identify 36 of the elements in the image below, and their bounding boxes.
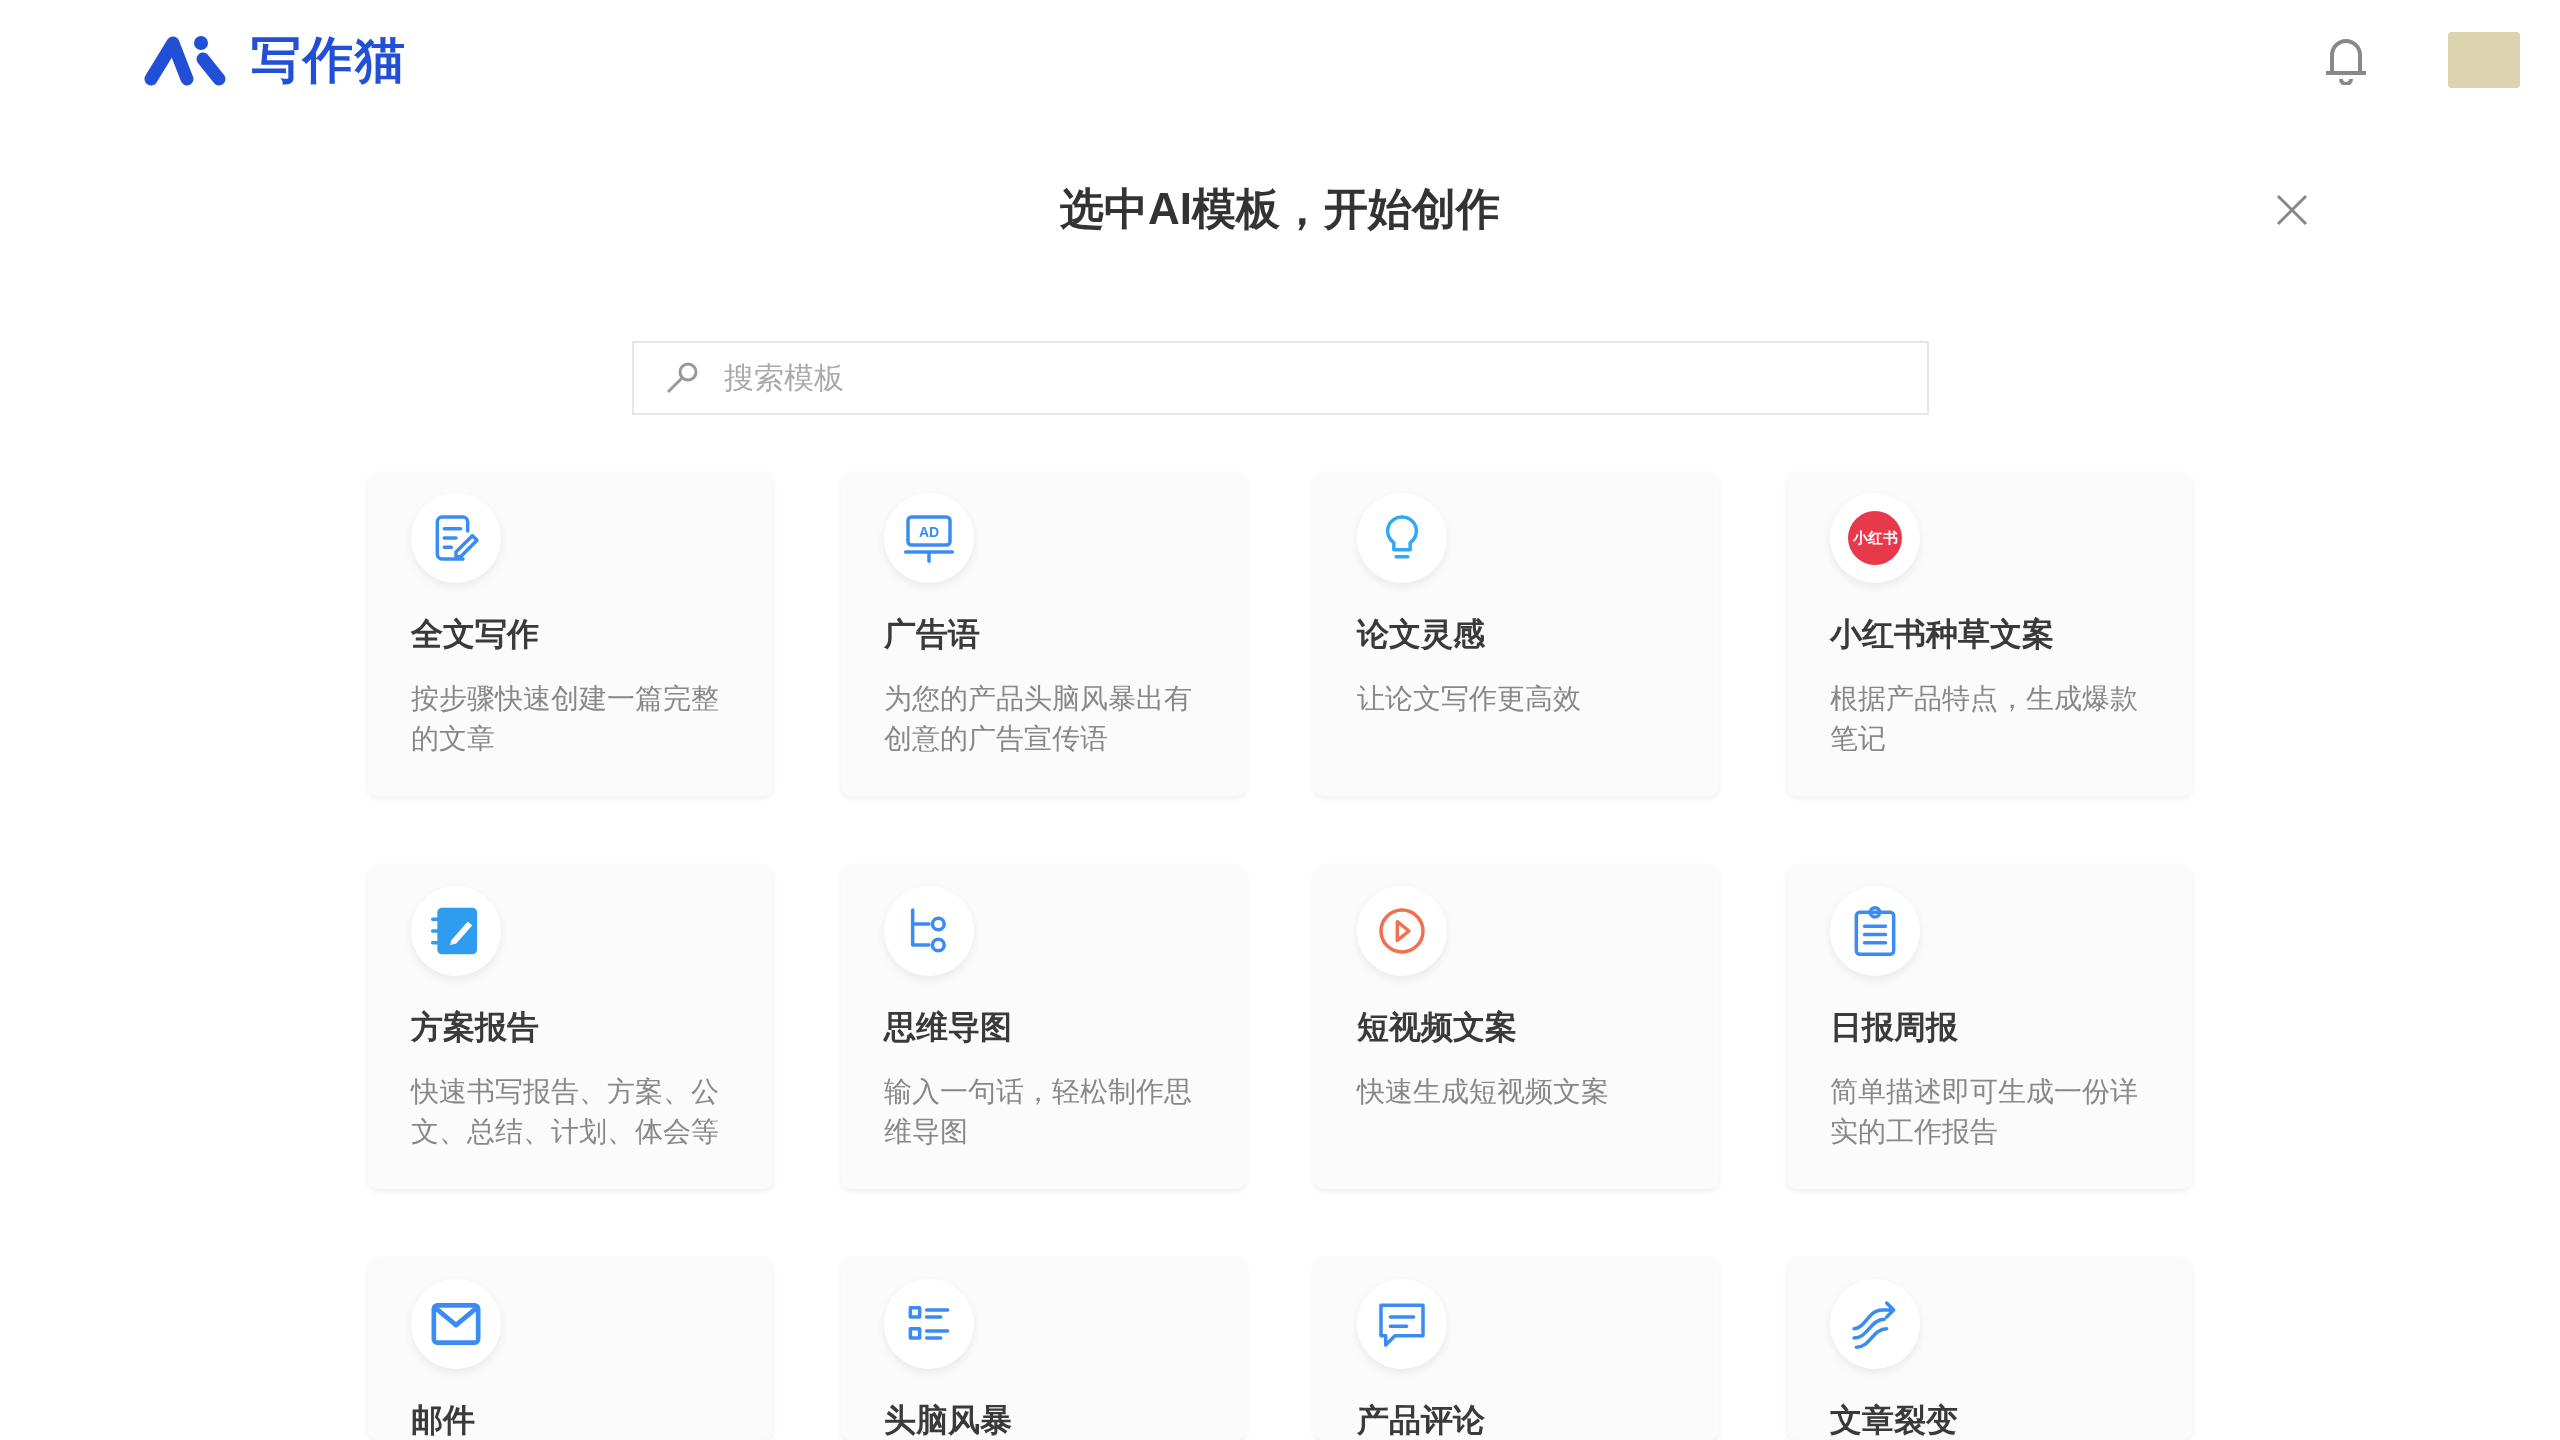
template-card[interactable]: 小红书 小红书种草文案 根据产品特点，生成爆款笔记 (1787, 471, 2192, 796)
card-description: 按步骤快速创建一篇完整的文章 (411, 682, 720, 756)
card-title: 日报周报 (1830, 1008, 1959, 1047)
template-card[interactable]: 邮件 (368, 1257, 773, 1440)
card-title: 头脑风暴 (884, 1401, 1013, 1440)
card-description: 为您的产品头脑风暴出有创意的广告宣传语 (884, 682, 1193, 756)
card-title: 论文灵感 (1357, 615, 1486, 654)
card-title: 方案报告 (411, 1008, 540, 1047)
template-card[interactable]: 论文灵感 让论文写作更高效 (1314, 471, 1719, 796)
card-title: 广告语 (884, 615, 981, 654)
template-card[interactable]: 全文写作 按步骤快速创建一篇完整的文章 (368, 471, 773, 796)
template-card[interactable]: 产品评论 (1314, 1257, 1719, 1440)
card-title: 全文写作 (411, 615, 540, 654)
card-title: 文章裂变 (1830, 1401, 1959, 1440)
card-description: 快速书写报告、方案、公文、总结、计划、体会等 (411, 1075, 720, 1149)
card-title: 产品评论 (1357, 1401, 1486, 1440)
logo-text: 写作猫 (251, 30, 407, 90)
card-title: 思维导图 (884, 1008, 1013, 1047)
card-description: 简单描述即可生成一份详实的工作报告 (1830, 1075, 2139, 1149)
template-card[interactable]: 方案报告 快速书写报告、方案、公文、总结、计划、体会等 (368, 864, 773, 1189)
card-title: 小红书种草文案 (1830, 615, 2055, 654)
card-description: 根据产品特点，生成爆款笔记 (1830, 682, 2139, 756)
template-card[interactable]: 头脑风暴 (841, 1257, 1246, 1440)
app-badge-icon: 小红书 (1848, 511, 1902, 565)
template-card[interactable]: 思维导图 输入一句话，轻松制作思维导图 (841, 864, 1246, 1189)
search-field[interactable]: 搜索模板 (631, 341, 1929, 415)
card-title: 邮件 (411, 1401, 476, 1440)
card-title: 短视频文案 (1357, 1008, 1518, 1047)
template-card[interactable]: 日报周报 简单描述即可生成一份详实的工作报告 (1787, 864, 2192, 1189)
card-description: 输入一句话，轻松制作思维导图 (884, 1075, 1193, 1149)
template-card[interactable]: AD 广告语 为您的产品头脑风暴出有创意的广告宣传语 (841, 471, 1246, 796)
card-description: 快速生成短视频文案 (1357, 1075, 1610, 1109)
template-card[interactable]: 短视频文案 快速生成短视频文案 (1314, 864, 1719, 1189)
template-card[interactable]: 文章裂变 (1787, 1257, 2192, 1440)
page-title: 选中AI模板，开始创作 (1060, 183, 1500, 235)
card-description: 让论文写作更高效 (1357, 682, 1582, 716)
